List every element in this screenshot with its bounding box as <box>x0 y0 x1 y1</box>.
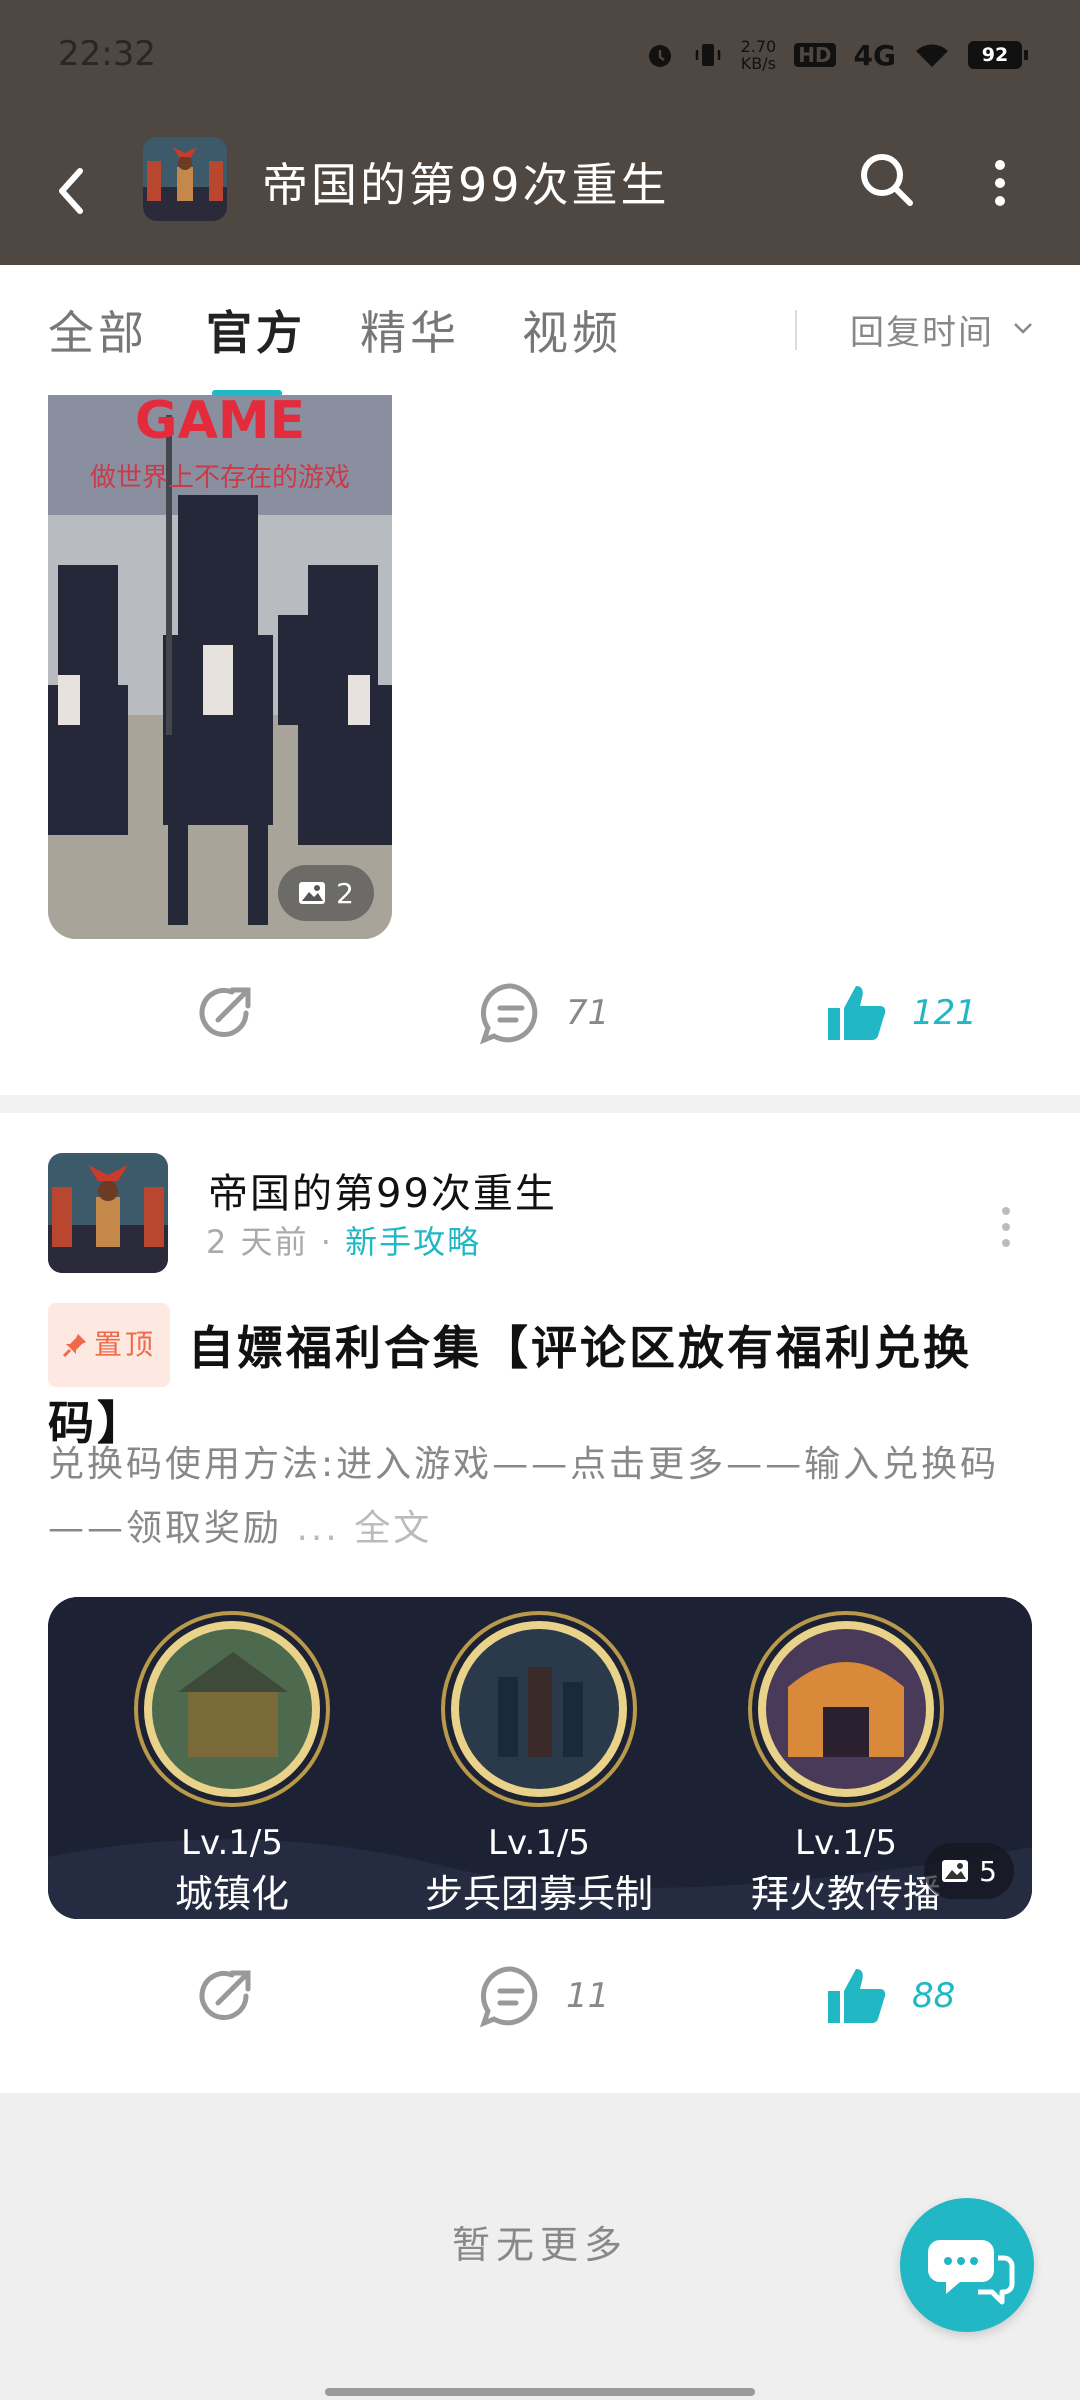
thumbs-up-icon <box>828 1969 886 2023</box>
new-post-button[interactable] <box>900 2198 1034 2332</box>
comment-count: 71 <box>566 993 610 1033</box>
vibrate-icon <box>695 44 720 66</box>
skill-level: Lv.1/5 <box>488 1823 590 1863</box>
like-count: 88 <box>912 1976 956 2016</box>
excerpt-ellipsis: ... <box>296 1508 340 1549</box>
pinned-badge: 置顶 <box>48 1303 171 1387</box>
like-button[interactable]: 88 <box>824 1963 955 2029</box>
home-indicator[interactable] <box>325 2388 755 2396</box>
post-category[interactable]: 新手攻略 <box>345 1223 481 1261</box>
skill-level: Lv.1/5 <box>181 1823 283 1863</box>
image-icon <box>299 882 326 904</box>
image-count-badge: 5 <box>924 1843 1014 1899</box>
status-icons: 2.70 KB/s HD 4G 92 <box>645 37 1028 73</box>
comment-icon <box>479 1966 538 2028</box>
search-icon[interactable] <box>852 145 922 215</box>
read-more-link[interactable]: 全文 <box>354 1508 432 1549</box>
chevron-down-icon[interactable] <box>1012 317 1034 339</box>
tab-featured[interactable]: 精华 <box>360 297 460 363</box>
author-name[interactable]: 帝国的第99次重生 <box>208 1161 557 1219</box>
card-separator <box>0 1095 1080 1113</box>
share-button[interactable] <box>192 1963 258 2029</box>
post-actions: 71 121 <box>0 970 1080 1060</box>
page-title: 帝国的第99次重生 <box>262 158 670 212</box>
tab-divider <box>795 310 797 350</box>
post-actions: 11 88 <box>0 1953 1080 2043</box>
image-caption-title: GAME <box>134 395 306 451</box>
post-excerpt[interactable]: 兑换码使用方法:进入游戏——点击更多——输入兑换码——领取奖励 ... 全文 <box>48 1433 1038 1561</box>
post-title-text: 自嫖福利合集【评论区放有福利兑换码】 <box>48 1321 973 1450</box>
like-count: 121 <box>912 993 977 1033</box>
back-arrow-icon[interactable] <box>48 151 108 231</box>
comment-icon <box>479 983 538 1045</box>
meta-dot: · <box>320 1223 333 1261</box>
author-avatar[interactable] <box>48 1153 168 1273</box>
alarm-icon <box>648 45 671 67</box>
pin-icon <box>62 1334 86 1358</box>
like-button[interactable]: 121 <box>824 980 977 1046</box>
tab-video[interactable]: 视频 <box>522 297 622 363</box>
post-card[interactable]: GAME 做世界上不存在的游戏 2 71 121 <box>0 395 1080 1095</box>
status-bar: 22:32 2.70 KB/s HD 4G 92 <box>0 0 1080 115</box>
hd-icon: HD <box>794 43 836 67</box>
share-icon <box>199 1970 251 2020</box>
image-count-badge: 2 <box>278 865 374 921</box>
chat-icon <box>928 2240 1015 2305</box>
post-card[interactable]: 帝国的第99次重生 2 天前 · 新手攻略 置顶 自嫖福利合集【评论区放有福利兑… <box>0 1113 1080 2093</box>
sort-dropdown[interactable]: 回复时间 <box>850 305 994 354</box>
skill-card: Lv.1/5 步兵团募兵制 <box>389 1597 689 1919</box>
skill-name: 城镇化 <box>174 1872 289 1916</box>
share-icon <box>199 987 251 1037</box>
app-header: 帝国的第99次重生 <box>0 115 1080 265</box>
tab-official[interactable]: 官方 <box>206 297 306 363</box>
filter-tabs: 全部 官方 精华 视频 回复时间 <box>0 265 1080 397</box>
image-caption-subtitle: 做世界上不存在的游戏 <box>89 463 350 493</box>
post-meta: 2 天前 · 新手攻略 <box>206 1217 481 1263</box>
skill-card: Lv.1/5 城镇化 <box>82 1597 382 1919</box>
post-image[interactable]: GAME 做世界上不存在的游戏 2 <box>48 395 392 939</box>
comment-button[interactable]: 11 <box>478 1963 609 2029</box>
tab-all[interactable]: 全部 <box>48 297 148 363</box>
net-speed: 2.70 KB/s <box>740 37 777 73</box>
thumbs-up-icon <box>828 986 886 1040</box>
image-icon <box>942 1860 969 1882</box>
post-image[interactable]: Lv.1/5 城镇化 Lv.1/5 步兵团募兵制 Lv.1/5 拜火教传播 5 <box>48 1597 1032 1919</box>
signal-4g-icon: 4G <box>853 38 896 72</box>
wifi-icon <box>916 44 948 67</box>
post-time: 2 天前 <box>206 1223 309 1261</box>
status-time: 22:32 <box>58 34 156 74</box>
more-vertical-icon[interactable] <box>980 149 1020 219</box>
comment-count: 11 <box>566 1976 610 2016</box>
more-vertical-icon[interactable] <box>996 1197 1016 1257</box>
battery-icon: 92 <box>968 41 1028 69</box>
game-avatar[interactable] <box>143 137 227 221</box>
share-button[interactable] <box>192 980 258 1046</box>
comment-button[interactable]: 71 <box>478 980 609 1046</box>
skill-name: 步兵团募兵制 <box>424 1872 653 1916</box>
